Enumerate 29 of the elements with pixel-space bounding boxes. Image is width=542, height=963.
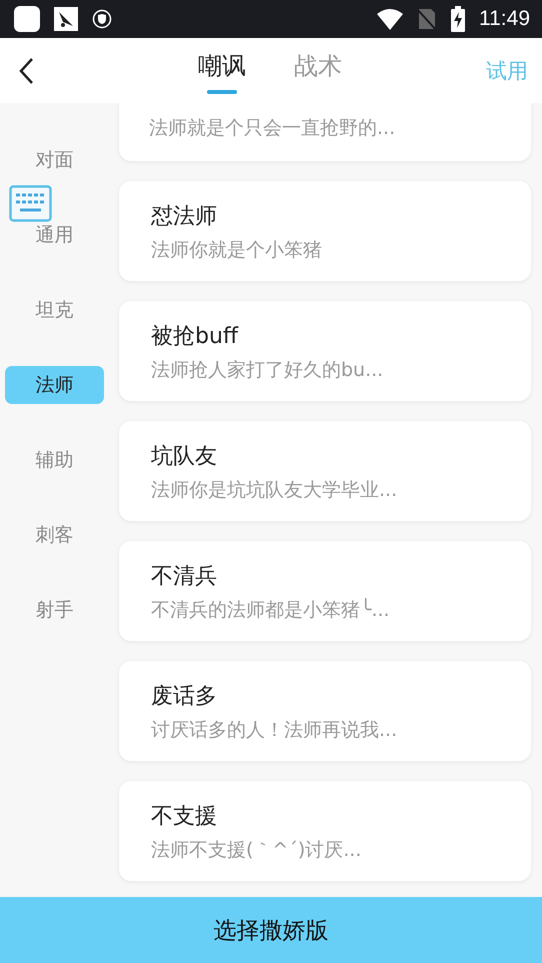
phrase-title: 不支援 — [151, 803, 218, 831]
phrase-title: 废话多 — [151, 683, 218, 711]
select-version-button[interactable]: 选择撒娇版 — [0, 897, 542, 963]
phrase-preview: 法师就是个只会一直抢野的... — [149, 116, 396, 141]
phrase-card[interactable]: 不清兵 不清兵的法师都是小笨猪╰... — [119, 541, 531, 641]
phrase-preview: 法师不支援(｀^´)讨厌... — [151, 838, 362, 863]
phrase-card[interactable]: 被抢buff 法师抢人家打了好久的bu... — [119, 301, 531, 401]
phrase-preview: 法师你是坑坑队友大学毕业... — [151, 478, 398, 503]
battery-charging-icon — [451, 6, 465, 32]
phrase-card[interactable]: 废话多 讨厌话多的人！法师再说我... — [119, 661, 531, 761]
phrase-card[interactable]: 坑队友 法师你是坑坑队友大学毕业... — [119, 421, 531, 521]
category-item[interactable]: 法师 — [5, 366, 104, 404]
phrase-title: 不清兵 — [151, 563, 218, 591]
phrase-card[interactable]: 怼法师 法师你就是个小笨猪 — [119, 181, 531, 281]
wifi-icon — [377, 8, 403, 30]
phrase-preview: 讨厌话多的人！法师再说我... — [151, 718, 398, 743]
phrase-preview: 法师你就是个小笨猪 — [151, 238, 323, 263]
phrase-preview: 法师抢人家打了好久的bu... — [151, 358, 384, 383]
phrase-title: 怼法师 — [151, 203, 218, 231]
phrase-preview: 不清兵的法师都是小笨猪╰... — [151, 597, 391, 623]
tab[interactable]: 嘲讽 — [198, 50, 246, 92]
app-icon — [14, 6, 40, 32]
shield-icon — [92, 9, 112, 29]
status-time: 11:49 — [479, 7, 530, 31]
back-icon[interactable] — [18, 56, 34, 84]
phrase-card[interactable]: 不支援 法师不支援(｀^´)讨厌... — [119, 781, 531, 881]
phrase-title: 被抢buff — [151, 323, 240, 351]
phrase-title: 坑队友 — [151, 443, 218, 471]
no-sim-icon — [417, 7, 437, 31]
